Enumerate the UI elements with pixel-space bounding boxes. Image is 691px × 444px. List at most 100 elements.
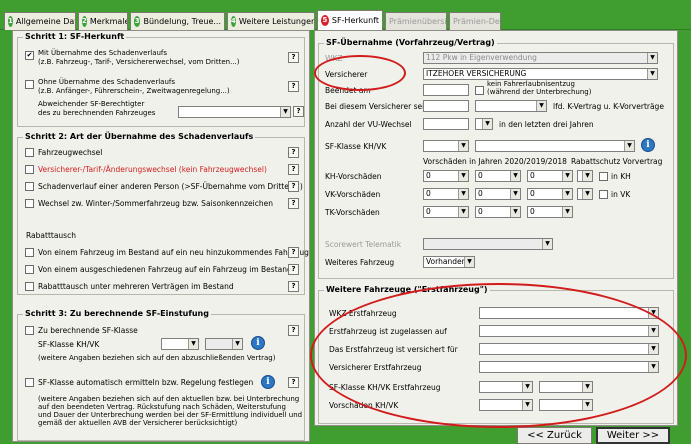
chevron-down-icon: ▼ <box>648 326 658 336</box>
zugelassen-select[interactable]: ▼ <box>479 325 659 337</box>
help-question-icon[interactable]: ? <box>288 198 299 209</box>
sfk-erst-kh-select[interactable]: ▼ <box>479 381 533 393</box>
sf-uebernahme-group: SF-Übernahme (Vorfahrzeug/Vertrag) WKZ 1… <box>318 38 674 279</box>
info-icon[interactable]: i <box>261 375 275 389</box>
step-3-icon: 3 <box>134 16 141 27</box>
anzahl-select[interactable]: ▼ <box>475 118 493 130</box>
versichererwechsel-label: Versicherer-/Tarif-/Änderungswechsel (ke… <box>38 165 267 174</box>
vorschaeden-erst-kh-select[interactable]: ▼ <box>479 399 533 411</box>
wkz-erst-select[interactable]: ▼ <box>479 307 659 319</box>
schritt3-group: Schritt 3: Zu berechnende SF-Einstufung … <box>17 309 305 441</box>
chevron-down-icon: ▼ <box>582 382 592 392</box>
andere-person-checkbox[interactable] <box>25 182 34 191</box>
help-question-icon[interactable]: ? <box>288 164 299 175</box>
abweichender-select[interactable]: ▼ <box>178 106 291 118</box>
sfk-erst-vk-select[interactable]: ▼ <box>539 381 593 393</box>
in-vk-checkbox[interactable] <box>599 190 608 199</box>
info-icon[interactable]: i <box>641 138 655 152</box>
info-icon[interactable]: i <box>251 336 265 350</box>
chevron-down-icon: ▼ <box>648 362 658 372</box>
tab-weitere-leistungen[interactable]: 4 Weitere Leistungen <box>227 12 315 30</box>
next-button[interactable]: Weiter >> <box>596 427 670 444</box>
sfk-vk-select[interactable]: ▼ <box>475 140 635 152</box>
in-kh-checkbox[interactable] <box>599 172 608 181</box>
chevron-down-icon: ▼ <box>582 400 592 410</box>
tab-sf-herkunft[interactable]: 5 SF-Herkunft <box>317 10 383 30</box>
chevron-down-icon: ▼ <box>458 141 468 151</box>
zu-berechnende-label: Zu berechnende SF-Klasse <box>38 326 138 335</box>
step-4-icon: 4 <box>231 16 236 27</box>
tk-2018-select[interactable]: 0 ▼ <box>527 206 573 218</box>
rabatt-ausgeschieden-label: Von einem ausgeschiedenen Fahrzeug auf e… <box>38 265 292 274</box>
vk-2018-select[interactable]: 0 ▼ <box>527 188 573 200</box>
help-question-icon[interactable]: ? <box>288 377 299 388</box>
help-question-icon[interactable]: ? <box>288 281 299 292</box>
kh-2018-select[interactable]: 0 ▼ <box>527 170 573 182</box>
versicherer-select[interactable]: ITZEHOER VERSICHERUNG ▼ <box>423 68 658 80</box>
chevron-down-icon: ▼ <box>458 189 468 199</box>
saison-checkbox[interactable] <box>25 199 34 208</box>
tk-2019-select[interactable]: 0 ▼ <box>475 206 521 218</box>
weitere-fahrzeuge-group: Weitere Fahrzeuge ("Erstfahrzeug") WKZ E… <box>318 285 674 424</box>
tab-label: Merkmale <box>89 17 128 26</box>
rabattschutz-kh-select[interactable]: ▼ <box>577 170 593 182</box>
tab-label: Bündelung, Treue... <box>143 17 221 26</box>
help-question-icon[interactable]: ? <box>288 247 299 258</box>
back-button[interactable]: << Zurück <box>517 427 592 444</box>
chevron-down-icon: ▼ <box>624 141 634 151</box>
rabatt-mehrere-checkbox[interactable] <box>25 282 34 291</box>
sfk-select[interactable]: ▼ <box>423 140 469 152</box>
sfk-kh-select[interactable]: ▼ <box>161 338 199 350</box>
step-1-icon: 1 <box>8 16 13 27</box>
lfd-label: lfd. K-Vertrag u. K-Vorverträge <box>553 102 664 111</box>
tk-2020-select[interactable]: 0 ▼ <box>423 206 469 218</box>
tab-label: Prämien-Detail <box>453 17 500 26</box>
kein-fahrerlaubnisentzug-checkbox[interactable] <box>475 86 484 95</box>
bei-versicherer-select[interactable]: ▼ <box>475 100 547 112</box>
abweichender-label-1: Abweichender SF-Berechtigter <box>38 100 145 108</box>
rabatt-neu-checkbox[interactable] <box>25 248 34 257</box>
help-question-icon[interactable]: ? <box>288 52 299 63</box>
kh-2020-select[interactable]: 0 ▼ <box>423 170 469 182</box>
mit-uebernahme-checkbox[interactable]: ✔ <box>25 51 34 60</box>
sfk-vk-select: ▼ <box>205 338 243 350</box>
vk-2019-select[interactable]: 0 ▼ <box>475 188 521 200</box>
rabattschutz-header: Rabattschutz Vorvertrag <box>571 157 663 166</box>
help-question-icon[interactable]: ? <box>288 264 299 275</box>
zu-berechnende-checkbox[interactable] <box>25 326 34 335</box>
tab-label: SF-Herkunft <box>331 16 379 25</box>
tab-buendelung[interactable]: 3 Bündelung, Treue... <box>130 12 225 30</box>
tab-label: Allgemeine Daten <box>15 17 75 26</box>
chevron-down-icon: ▼ <box>188 339 198 349</box>
sfk-erst-label: SF-Klasse KH/VK Erstfahrzeug <box>329 383 441 392</box>
abweichender-label-2: des zu berechnenden Fahrzeuges <box>38 109 156 117</box>
left-panel: Schritt 1: SF-Herkunft ✔ Mit Übernahme d… <box>12 30 310 442</box>
ohne-uebernahme-checkbox[interactable] <box>25 80 34 89</box>
versicherer-erst-label: Versicherer Erstfahrzeug <box>329 363 422 372</box>
rabatt-ausgeschieden-checkbox[interactable] <box>25 265 34 274</box>
bei-versicherer-input[interactable] <box>423 100 469 112</box>
chevron-down-icon: ▼ <box>582 189 592 199</box>
help-question-icon[interactable]: ? <box>288 81 299 92</box>
versichert-select[interactable]: ▼ <box>479 343 659 355</box>
vorschaeden-erst-vk-select[interactable]: ▼ <box>539 399 593 411</box>
rabattschutz-vk-select[interactable]: ▼ <box>577 188 593 200</box>
anzahl-input[interactable] <box>423 118 469 130</box>
sfk-label: SF-Klasse KH/VK <box>325 142 387 151</box>
help-question-icon[interactable]: ? <box>288 325 299 336</box>
tab-allgemeine-daten[interactable]: 1Allgemeine Daten <box>4 12 76 30</box>
fahrzeugwechsel-checkbox[interactable] <box>25 148 34 157</box>
help-question-icon[interactable]: ? <box>288 181 299 192</box>
automatisch-checkbox[interactable] <box>25 378 34 387</box>
note2-line2: auf den beendeten Vertrag. Rückstufung n… <box>38 403 286 411</box>
versicherer-erst-select[interactable]: ▼ <box>479 361 659 373</box>
beendet-input[interactable] <box>423 84 469 96</box>
vk-2020-select[interactable]: 0 ▼ <box>423 188 469 200</box>
help-question-icon[interactable]: ? <box>288 147 299 158</box>
kh-2019-select[interactable]: 0 ▼ <box>475 170 521 182</box>
tab-merkmale[interactable]: 2 Merkmale <box>78 12 128 30</box>
versichererwechsel-checkbox[interactable] <box>25 165 34 174</box>
weiteres-fahrzeug-select[interactable]: Vorhanden ▼ <box>423 256 475 268</box>
mit-uebernahme-label: Mit Übernahme des Schadenverlaufs <box>38 49 168 57</box>
help-question-icon[interactable]: ? <box>293 106 304 117</box>
